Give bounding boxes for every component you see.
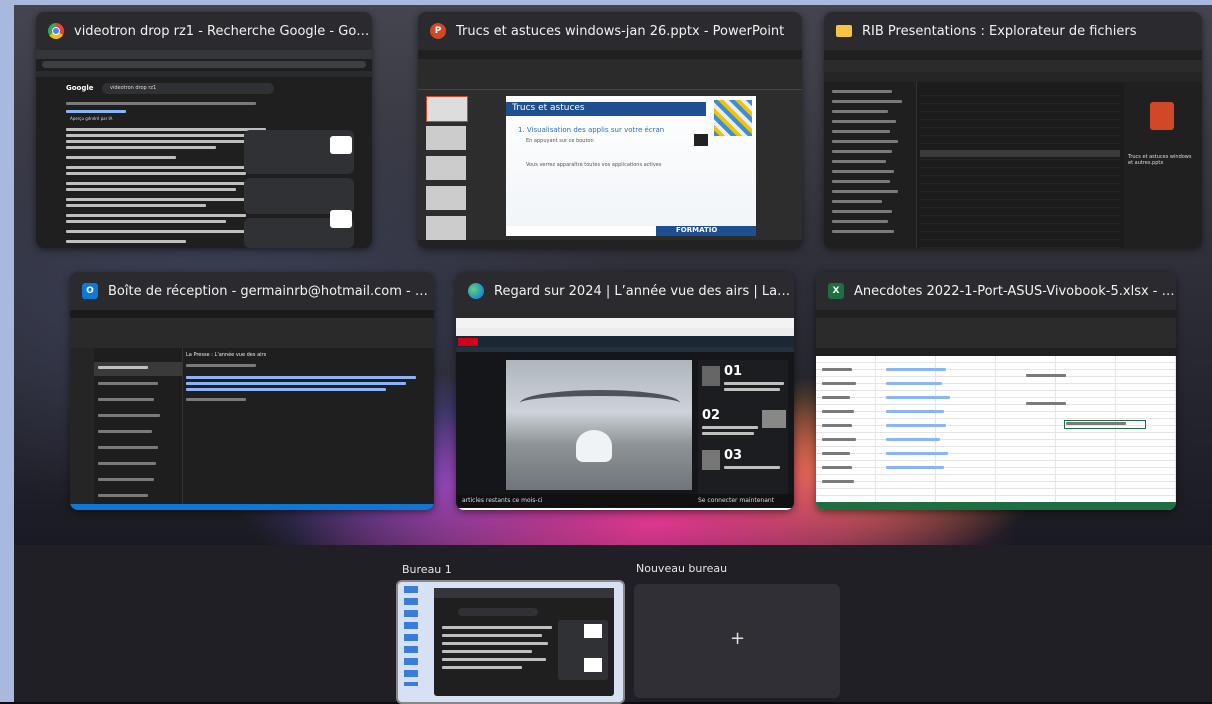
window-thumbnail: Trucs et astuces windows et autres.pptx — [824, 50, 1202, 248]
excel-icon: X — [828, 283, 844, 299]
window-title-bar: O Boîte de réception - germainrb@hotmail… — [70, 272, 434, 310]
slide-title: Trucs et astuces — [512, 103, 585, 113]
window-title: Regard sur 2024 | L’année vue des airs |… — [494, 283, 794, 299]
window-chrome[interactable]: videotron drop rz1 - Recherche Google - … — [36, 12, 372, 248]
window-title-bar: Regard sur 2024 | L’année vue des airs |… — [456, 272, 794, 310]
chrome-icon — [48, 23, 64, 39]
window-explorer[interactable]: RIB Presentations : Explorateur de fichi… — [824, 12, 1202, 248]
window-title: videotron drop rz1 - Recherche Google - … — [74, 23, 372, 39]
window-edge[interactable]: Regard sur 2024 | L’année vue des airs |… — [456, 272, 794, 510]
window-excel[interactable]: X Anecdotes 2022-1-Port-ASUS-Vivobook-5.… — [816, 272, 1176, 510]
new-desktop-button[interactable]: + — [634, 584, 840, 698]
window-title: RIB Presentations : Explorateur de fichi… — [862, 23, 1137, 39]
plus-icon: + — [730, 628, 746, 649]
window-thumbnail — [816, 310, 1176, 510]
background-strip-left — [0, 0, 14, 702]
window-thumbnail: 01 02 03 articles restants ce mois-ci Se… — [456, 310, 794, 510]
outlook-icon: O — [82, 283, 98, 299]
window-title-bar: X Anecdotes 2022-1-Port-ASUS-Vivobook-5.… — [816, 272, 1176, 310]
window-title-bar: P Trucs et astuces windows-jan 26.pptx -… — [418, 12, 802, 50]
window-title: Boîte de réception - germainrb@hotmail.c… — [108, 283, 434, 299]
window-title-bar: RIB Presentations : Explorateur de fichi… — [824, 12, 1202, 50]
desktop-thumbnail-current[interactable] — [396, 580, 625, 704]
powerpoint-icon: P — [430, 23, 446, 39]
folder-icon — [836, 25, 852, 37]
window-powerpoint[interactable]: P Trucs et astuces windows-jan 26.pptx -… — [418, 12, 802, 248]
window-title: Anecdotes 2022-1-Port-ASUS-Vivobook-5.xl… — [854, 283, 1176, 299]
window-thumbnail: La Presse : L'année vue des airs — [70, 310, 434, 510]
desktop-label-new: Nouveau bureau — [636, 562, 728, 575]
window-thumbnail: Trucs et astuces 1. Visualisation des ap… — [418, 50, 802, 248]
window-title-bar: videotron drop rz1 - Recherche Google - … — [36, 12, 372, 50]
window-thumbnail: Google videotron drop rz1 Aperçu généré … — [36, 50, 372, 248]
desktop-label-current: Bureau 1 — [402, 563, 452, 576]
window-outlook[interactable]: O Boîte de réception - germainrb@hotmail… — [70, 272, 434, 510]
search-input: videotron drop rz1 — [110, 85, 157, 91]
edge-icon — [468, 283, 484, 299]
window-title: Trucs et astuces windows-jan 26.pptx - P… — [456, 23, 785, 39]
